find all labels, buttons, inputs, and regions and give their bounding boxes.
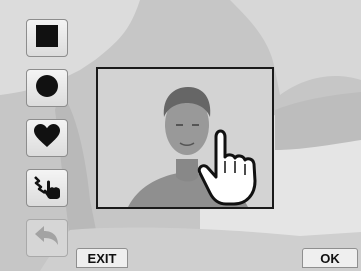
face-preview-frame[interactable] [96,67,274,209]
undo-icon [34,225,60,252]
circle-icon [35,74,59,103]
circle-shape-button[interactable] [26,69,68,107]
heart-icon [34,123,60,153]
custom-draw-icon [32,172,62,205]
ok-label: OK [320,250,340,266]
heart-shape-button[interactable] [26,119,68,157]
undo-button[interactable] [26,219,68,257]
custom-draw-button[interactable] [26,169,68,207]
ok-button[interactable]: OK [302,248,358,268]
square-icon [36,24,58,52]
square-shape-button[interactable] [26,19,68,57]
exit-label: EXIT [87,250,117,266]
exit-button[interactable]: EXIT [76,248,128,268]
